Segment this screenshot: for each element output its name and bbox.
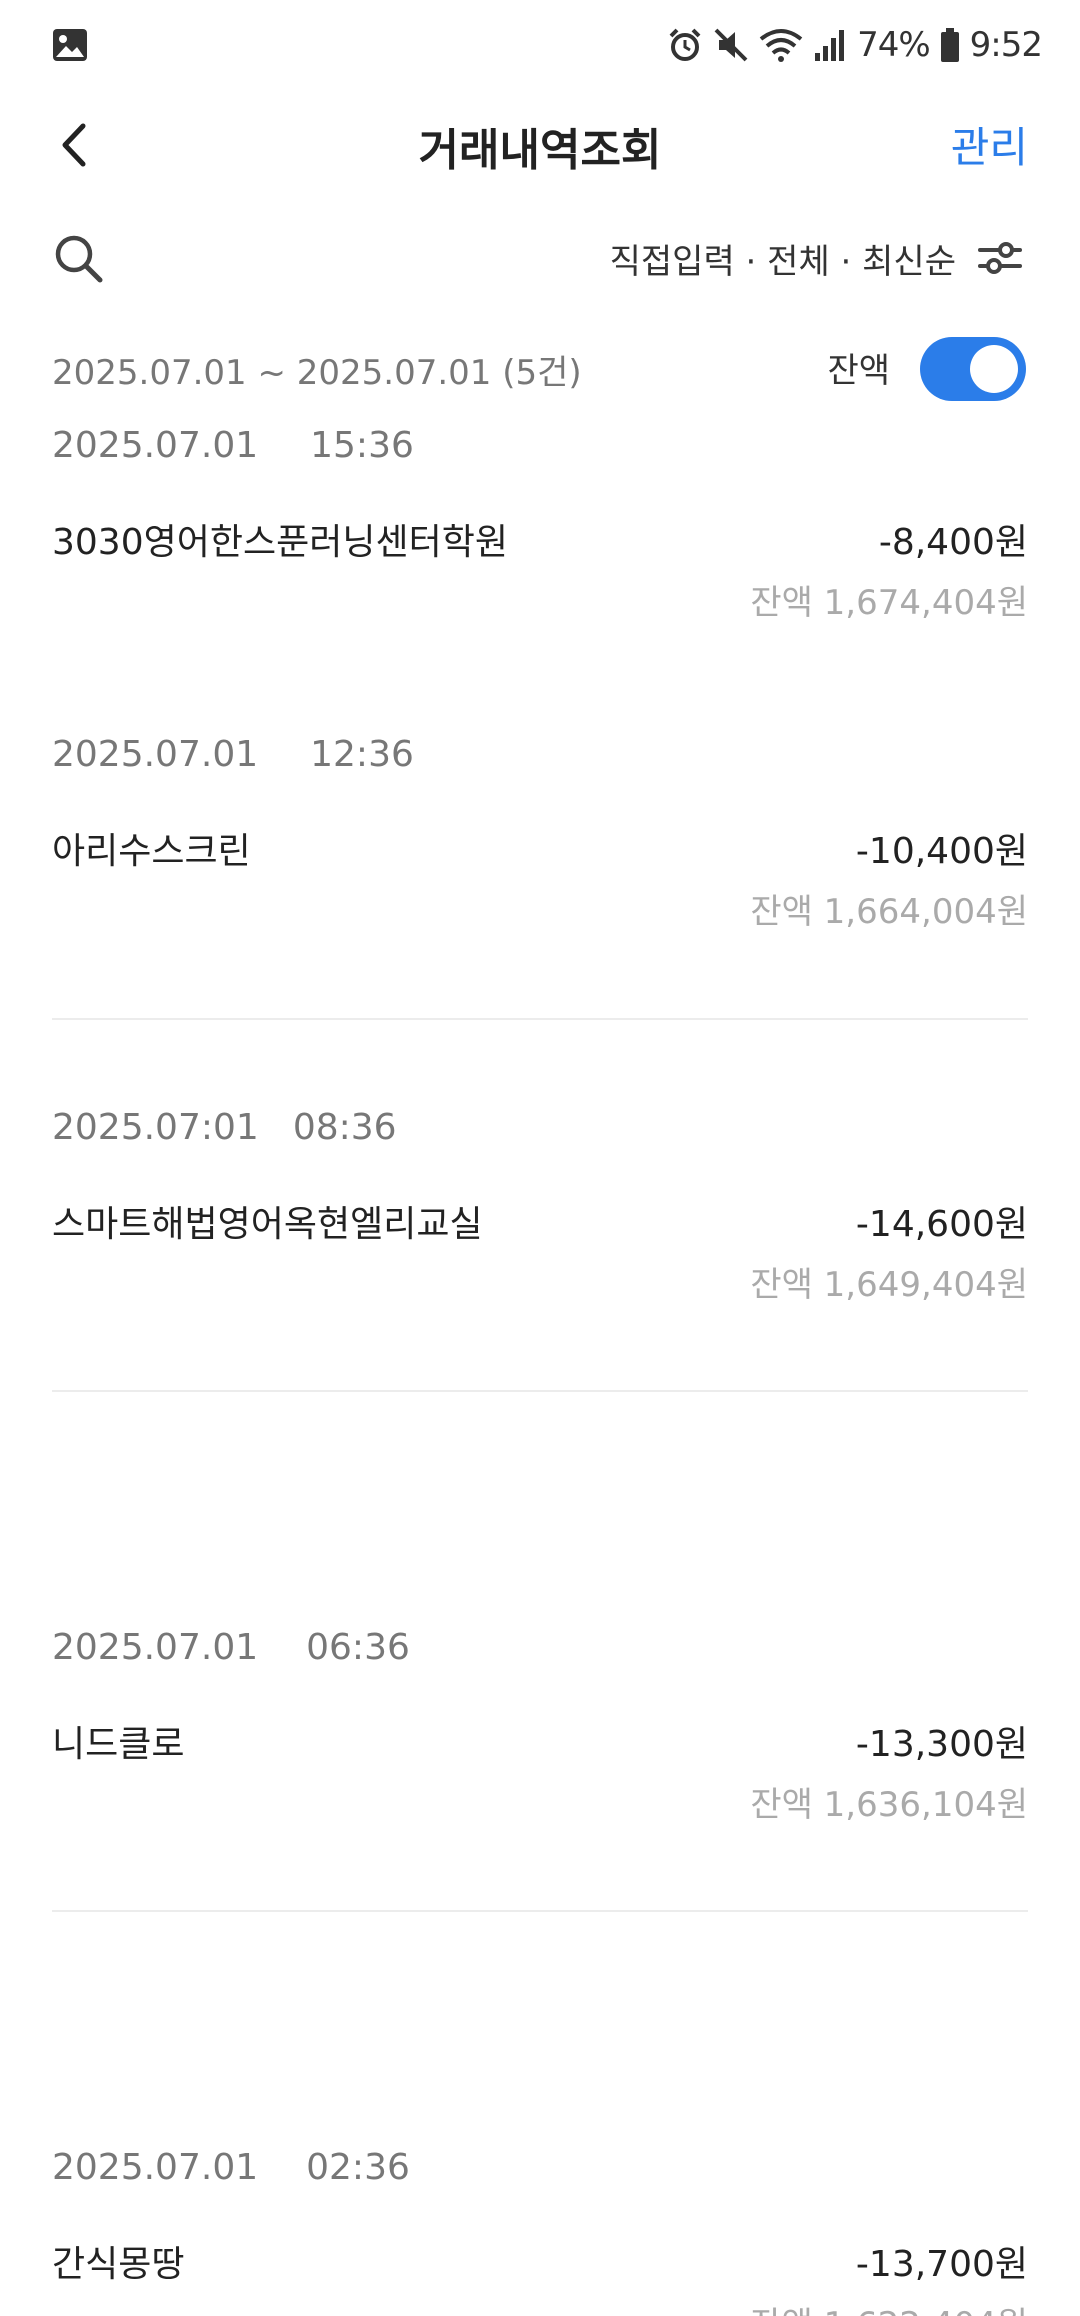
gallery-icon [53, 29, 87, 61]
transaction-merchant: 아리수스크린 [52, 831, 251, 872]
transaction-balance: 잔액 1,674,404원 [750, 583, 1028, 623]
transaction-balance: 잔액 1,636,104원 [750, 1785, 1028, 1825]
divider [52, 1390, 1028, 1392]
transaction-datetime: 2025.07.01 02:36 [52, 2147, 410, 2188]
transaction-merchant: 간식몽땅 [52, 2244, 185, 2285]
transaction-amount: -10,400원 [855, 831, 1028, 872]
app-header: 거래내역조회 관리 [0, 90, 1080, 200]
transaction-date: 2025.07:01 [52, 1107, 259, 1148]
balance-toggle[interactable] [920, 337, 1026, 401]
transaction-date: 2025.07.01 [52, 2147, 259, 2188]
transaction-time: 06:36 [306, 1627, 410, 1668]
transaction-time: 15:36 [310, 425, 414, 466]
transaction-datetime: 2025.07:01 08:36 [52, 1107, 397, 1148]
wifi-icon [759, 29, 803, 62]
alarm-icon [669, 28, 701, 61]
transaction-balance: 잔액 1,649,404원 [750, 1265, 1028, 1305]
status-bar: 74% 9:52 [0, 0, 1080, 90]
signal-icon [815, 30, 845, 61]
transaction-amount: -13,700원 [855, 2244, 1028, 2285]
transaction-date: 2025.07.01 [52, 1627, 259, 1668]
filter-button[interactable]: 직접입력 · 전체 · 최신순 [610, 228, 1024, 288]
sliders-icon [978, 242, 1022, 274]
transaction-balance: 잔액 1,664,004원 [750, 892, 1028, 932]
transaction-merchant: 스마트해법영어옥현엘리교실 [52, 1204, 483, 1245]
divider [52, 1910, 1028, 1912]
transaction-date: 2025.07.01 [52, 734, 259, 775]
transaction-balance: 잔액 1,622,404원 [750, 2297, 1028, 2316]
transaction-datetime: 2025.07.01 12:36 [52, 734, 414, 775]
transaction-time: 08:36 [292, 1107, 397, 1148]
transaction-time: 02:36 [306, 2147, 410, 2188]
mute-icon [714, 28, 748, 62]
transaction-amount: -13,300원 [855, 1724, 1028, 1765]
filter-summary: 직접입력 · 전체 · 최신순 [609, 241, 956, 282]
transaction-time: 12:36 [310, 734, 414, 775]
search-icon [55, 235, 103, 283]
transaction-merchant: 니드클로 [52, 1724, 185, 1765]
transaction-datetime: 2025.07.01 15:36 [52, 425, 414, 466]
page-title: 거래내역조회 [418, 125, 662, 176]
toggle-knob [970, 345, 1018, 393]
transaction-history-screen: 74% 9:52 거래내역조회 관리 직접입력 · 전체 · 최신순 2025.… [0, 0, 1080, 2316]
balance-toggle-label: 잔액 [827, 351, 890, 391]
transaction-merchant: 3030영어한스푼러닝센터학원 [52, 522, 508, 563]
manage-button[interactable]: 관리 [951, 114, 1028, 175]
transaction-amount: -8,400원 [878, 522, 1028, 563]
transaction-date: 2025.07.01 [52, 425, 259, 466]
transaction-amount: -14,600원 [855, 1204, 1028, 1245]
search-button[interactable] [50, 230, 106, 286]
battery-percent: 74% [857, 25, 931, 65]
battery-icon [940, 28, 959, 62]
date-range: 2025.07.01 ~ 2025.07.01 (5건) [52, 353, 582, 393]
transaction-datetime: 2025.07.01 06:36 [52, 1627, 410, 1668]
clock: 9:52 [969, 25, 1043, 65]
divider [52, 1018, 1028, 1020]
status-icons: 74% 9:52 [667, 22, 1043, 68]
